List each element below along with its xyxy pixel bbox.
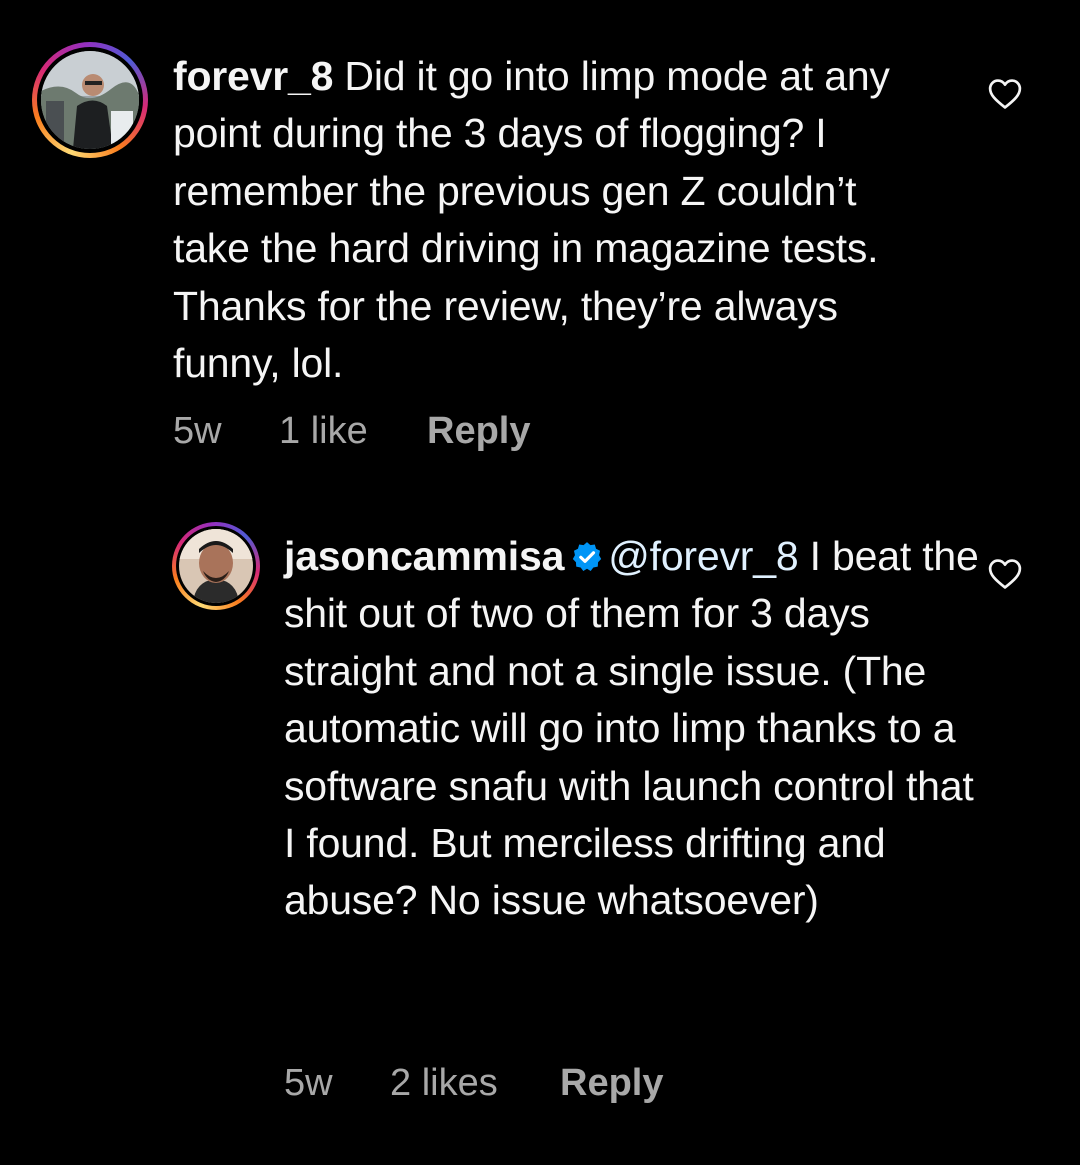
- comment-body: jasoncammisa @forevr_8 I beat the shit o…: [284, 528, 984, 930]
- reply-button[interactable]: Reply: [427, 410, 530, 453]
- comment-username[interactable]: jasoncammisa: [284, 533, 564, 579]
- avatar: [179, 529, 253, 603]
- comment-forevr-8: forevr_8 Did it go into limp mode at any…: [0, 0, 1080, 470]
- heart-outline-icon[interactable]: [988, 78, 1022, 110]
- heart-outline-icon[interactable]: [988, 558, 1022, 590]
- avatar-ring[interactable]: [32, 42, 148, 158]
- comment-like-count[interactable]: 1 like: [279, 410, 427, 453]
- comment-body: forevr_8 Did it go into limp mode at any…: [173, 48, 933, 392]
- reply-button[interactable]: Reply: [560, 1062, 663, 1105]
- comment-jasoncammisa: jasoncammisa @forevr_8 I beat the shit o…: [0, 500, 1080, 1140]
- comment-meta: 5w 2 likes Reply: [284, 1062, 663, 1105]
- comment-timestamp: 5w: [173, 410, 222, 452]
- comment-username[interactable]: forevr_8: [173, 53, 333, 99]
- avatar: [41, 51, 139, 149]
- avatar-ring[interactable]: [172, 522, 260, 610]
- comment-meta: 5w 1 like Reply: [173, 410, 530, 453]
- comment-like-count[interactable]: 2 likes: [390, 1062, 560, 1105]
- comment-timestamp: 5w: [284, 1062, 333, 1104]
- verified-badge-icon: [573, 542, 602, 572]
- mention-link[interactable]: @forevr_8: [608, 533, 798, 579]
- comment-text: I beat the shit out of two of them for 3…: [284, 533, 979, 924]
- comment-text: Did it go into limp mode at any point du…: [173, 53, 890, 387]
